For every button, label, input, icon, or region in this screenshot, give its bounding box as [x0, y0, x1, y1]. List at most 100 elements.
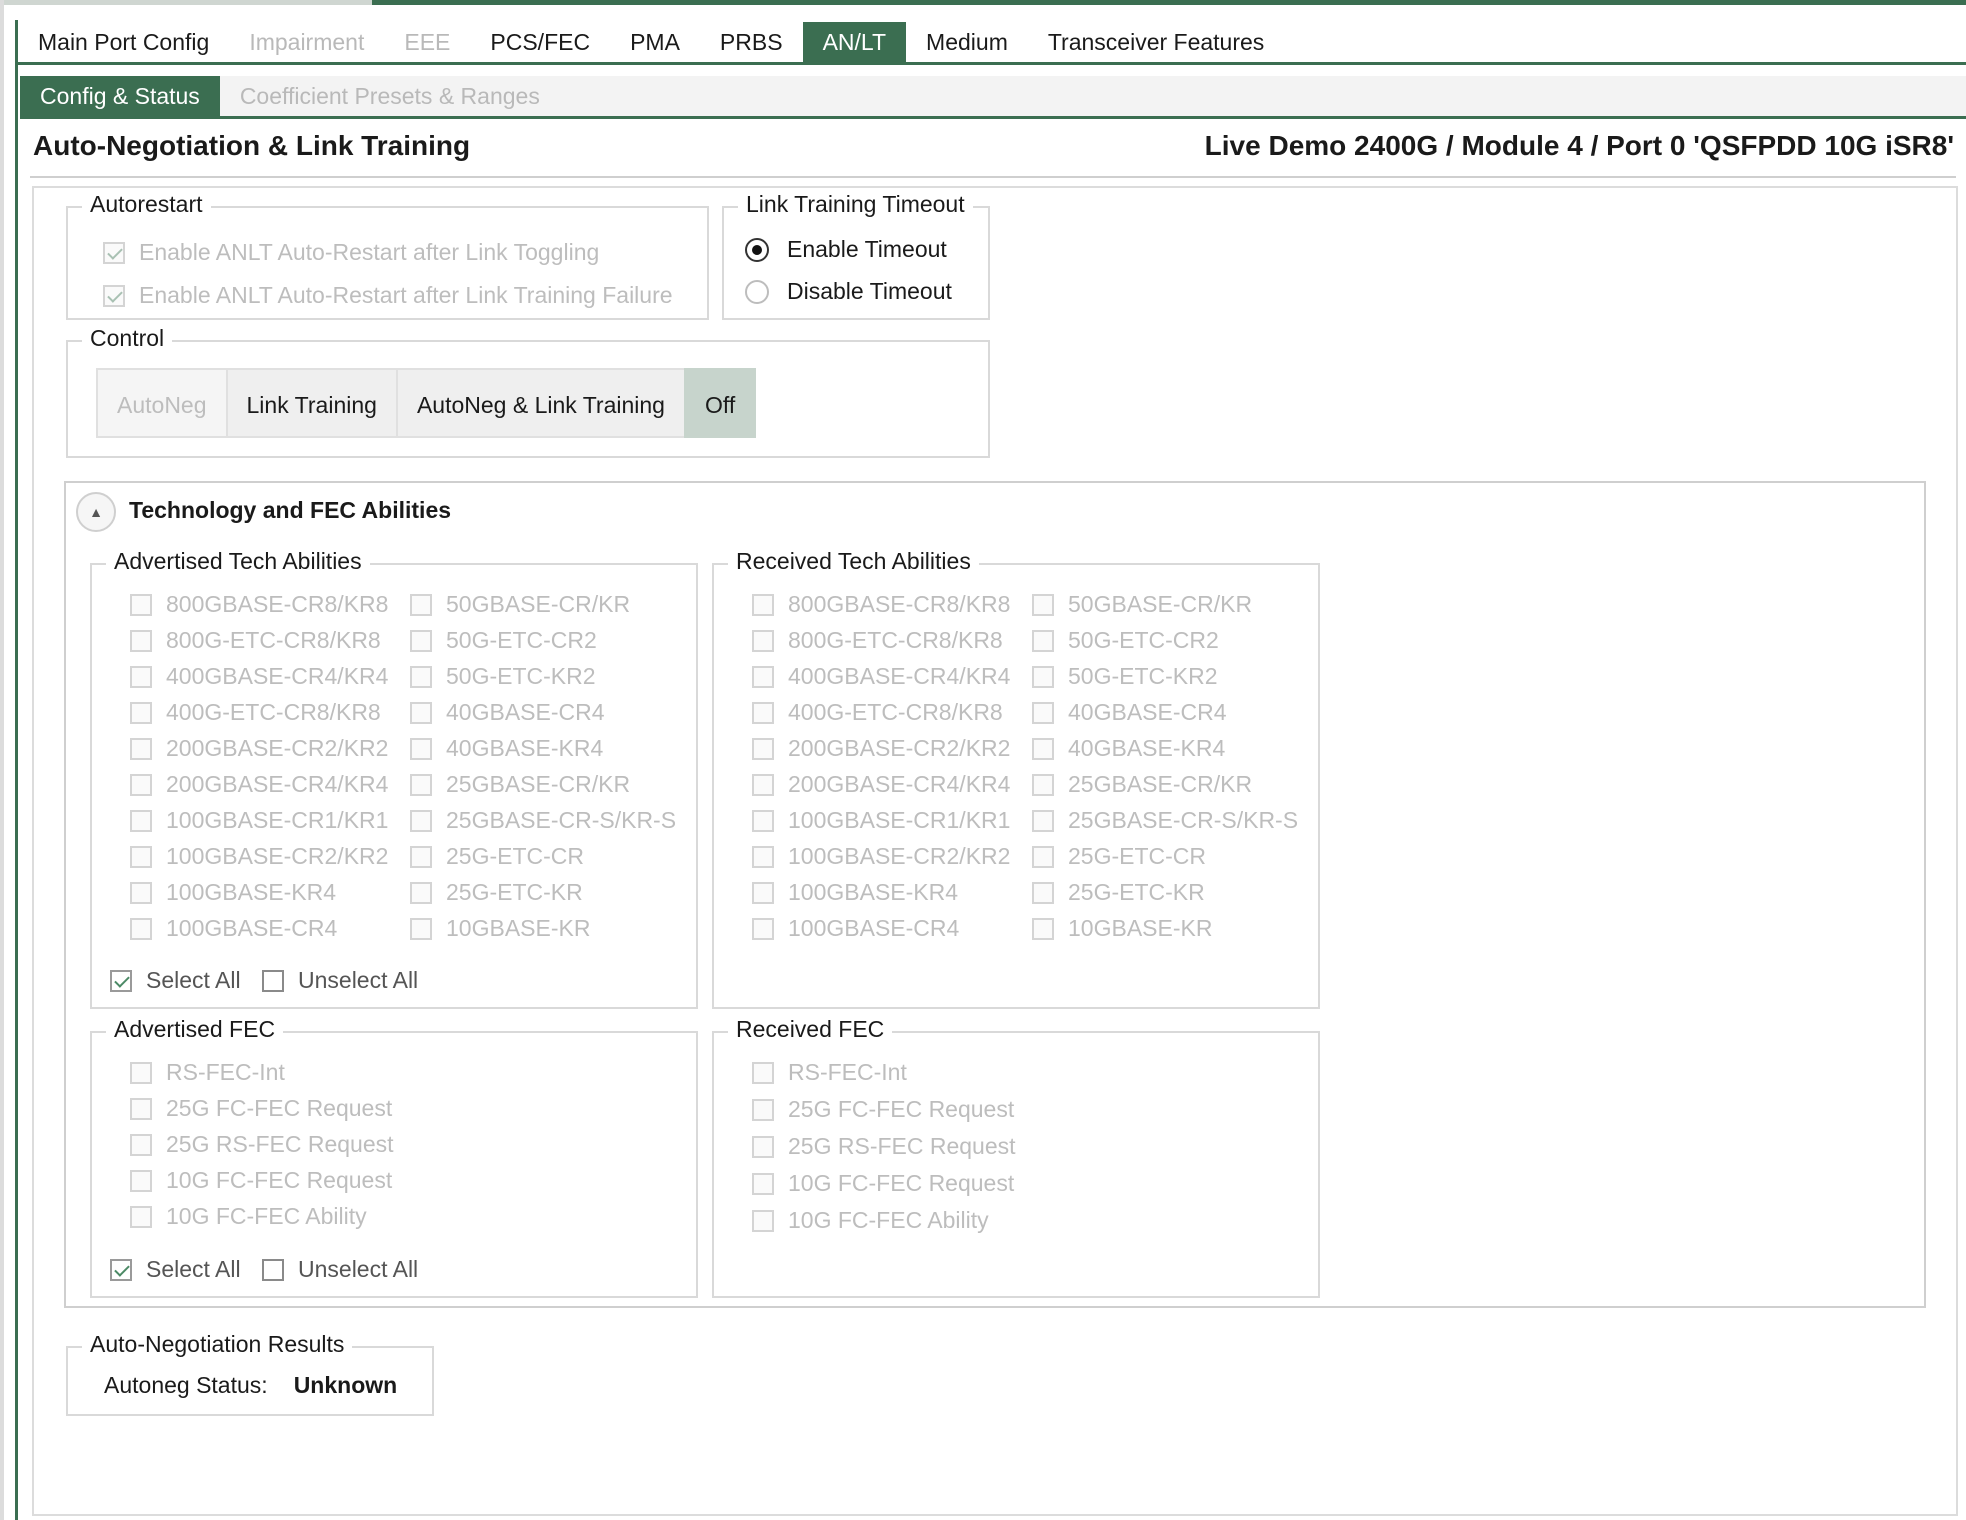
received-fec-checkbox[interactable]: 25G FC-FEC Request: [752, 1096, 1014, 1123]
received-fec-checkbox[interactable]: 25G RS-FEC Request: [752, 1133, 1016, 1160]
autoneg-status: Autoneg Status: Unknown: [104, 1372, 397, 1399]
collapse-toggle-button[interactable]: ▲: [76, 492, 116, 532]
advertised-fec-select-all[interactable]: Select All: [110, 1256, 241, 1283]
checkbox-label: 25GBASE-CR-S/KR-S: [446, 807, 677, 833]
checkbox-label: 10GBASE-KR: [1068, 915, 1213, 941]
received-fec-checkbox[interactable]: 10G FC-FEC Ability: [752, 1207, 989, 1234]
received-tech-checkbox[interactable]: 25G-ETC-CR: [1032, 843, 1206, 870]
advertised-fec-checkbox[interactable]: 25G FC-FEC Request: [130, 1095, 392, 1122]
checkbox-box: [752, 629, 774, 652]
received-tech-checkbox[interactable]: 10GBASE-KR: [1032, 915, 1212, 942]
advertised-tech-checkbox[interactable]: 200GBASE-CR4/KR4: [130, 771, 388, 798]
checkbox-label: 25G-ETC-KR: [1068, 879, 1205, 905]
advertised-tech-select-all[interactable]: Select All: [110, 967, 241, 994]
checkbox-label: RS-FEC-Int: [788, 1059, 907, 1085]
received-tech-checkbox[interactable]: 25G-ETC-KR: [1032, 879, 1205, 906]
autoneg-button[interactable]: AutoNeg: [96, 368, 228, 438]
received-tech-checkbox[interactable]: 40GBASE-KR4: [1032, 735, 1225, 762]
tab-medium[interactable]: Medium: [906, 22, 1028, 62]
received-tech-checkbox[interactable]: 100GBASE-CR1/KR1: [752, 807, 1010, 834]
received-tech-checkbox[interactable]: 100GBASE-KR4: [752, 879, 958, 906]
received-tech-checkbox[interactable]: 50G-ETC-CR2: [1032, 627, 1219, 654]
advertised-tech-checkbox[interactable]: 40GBASE-CR4: [410, 699, 605, 726]
received-tech-checkbox[interactable]: 200GBASE-CR2/KR2: [752, 735, 1010, 762]
checkbox-label: 10G FC-FEC Ability: [166, 1203, 367, 1229]
tab-pma[interactable]: PMA: [610, 22, 700, 62]
advertised-tech-checkbox[interactable]: 50G-ETC-KR2: [410, 663, 596, 690]
checkbox-label: Enable ANLT Auto-Restart after Link Trai…: [139, 282, 673, 308]
received-tech-checkbox[interactable]: 100GBASE-CR4: [752, 915, 959, 942]
control-segmented-buttons: AutoNeg Link Training AutoNeg & Link Tra…: [96, 368, 757, 438]
advertised-tech-unselect-all[interactable]: Unselect All: [262, 967, 418, 994]
received-tech-label: Received Tech Abilities: [728, 548, 979, 575]
advertised-tech-checkbox[interactable]: 40GBASE-KR4: [410, 735, 603, 762]
advertised-tech-checkbox[interactable]: 800G-ETC-CR8/KR8: [130, 627, 381, 654]
subtab-coefficient-presets-ranges[interactable]: Coefficient Presets & Ranges: [220, 76, 560, 116]
tab-impairment[interactable]: Impairment: [229, 22, 384, 62]
tab-prbs[interactable]: PRBS: [700, 22, 803, 62]
technology-fec-title: Technology and FEC Abilities: [129, 497, 452, 523]
received-fec-label: Received FEC: [728, 1016, 893, 1043]
checkbox-label: 25G RS-FEC Request: [166, 1131, 394, 1157]
advertised-tech-checkbox[interactable]: 100GBASE-CR1/KR1: [130, 807, 388, 834]
subtab-config-status[interactable]: Config & Status: [20, 76, 220, 116]
autoneg-link-training-button[interactable]: AutoNeg & Link Training: [395, 368, 686, 438]
received-tech-checkbox[interactable]: 800GBASE-CR8/KR8: [752, 591, 1010, 618]
advertised-tech-checkbox[interactable]: 400G-ETC-CR8/KR8: [130, 699, 381, 726]
checkbox-label: 50G-ETC-KR2: [446, 663, 596, 689]
received-fec-checkbox[interactable]: 10G FC-FEC Request: [752, 1170, 1014, 1197]
enable-timeout-radio[interactable]: Enable Timeout: [745, 236, 947, 263]
checkbox-box: [1032, 845, 1054, 868]
checkbox-label: 800G-ETC-CR8/KR8: [788, 627, 1003, 653]
received-tech-checkbox[interactable]: 200GBASE-CR4/KR4: [752, 771, 1010, 798]
tab-pcs-fec[interactable]: PCS/FEC: [470, 22, 610, 62]
tab-transceiver-features[interactable]: Transceiver Features: [1028, 22, 1284, 62]
advertised-tech-label: Advertised Tech Abilities: [106, 548, 370, 575]
autorestart-link-toggling-checkbox[interactable]: Enable ANLT Auto-Restart after Link Togg…: [103, 239, 599, 266]
advertised-tech-checkbox[interactable]: 100GBASE-CR2/KR2: [130, 843, 388, 870]
received-tech-checkbox[interactable]: 100GBASE-CR2/KR2: [752, 843, 1010, 870]
received-tech-checkbox[interactable]: 25GBASE-CR/KR: [1032, 771, 1252, 798]
link-training-button[interactable]: Link Training: [225, 368, 398, 438]
advertised-tech-checkbox[interactable]: 400GBASE-CR4/KR4: [130, 663, 388, 690]
received-tech-checkbox[interactable]: 50GBASE-CR/KR: [1032, 591, 1252, 618]
autorestart-link-training-failure-checkbox[interactable]: Enable ANLT Auto-Restart after Link Trai…: [103, 282, 673, 309]
advertised-tech-checkbox[interactable]: 25G-ETC-KR: [410, 879, 583, 906]
received-tech-checkbox[interactable]: 40GBASE-CR4: [1032, 699, 1227, 726]
advertised-fec-checkbox[interactable]: 25G RS-FEC Request: [130, 1131, 394, 1158]
radio-label: Disable Timeout: [787, 278, 952, 304]
tab-an-lt[interactable]: AN/LT: [802, 22, 907, 62]
received-tech-checkbox[interactable]: 400G-ETC-CR8/KR8: [752, 699, 1003, 726]
received-fec-checkbox[interactable]: RS-FEC-Int: [752, 1059, 907, 1086]
tab-eee[interactable]: EEE: [384, 22, 470, 62]
advertised-tech-checkbox[interactable]: 10GBASE-KR: [410, 915, 590, 942]
advertised-fec-checkbox[interactable]: RS-FEC-Int: [130, 1059, 285, 1086]
received-tech-checkbox[interactable]: 50G-ETC-KR2: [1032, 663, 1218, 690]
advertised-fec-checkbox[interactable]: 10G FC-FEC Ability: [130, 1203, 367, 1230]
received-tech-checkbox[interactable]: 400GBASE-CR4/KR4: [752, 663, 1010, 690]
checkbox-box: [752, 1172, 774, 1195]
advertised-tech-checkbox[interactable]: 50G-ETC-CR2: [410, 627, 597, 654]
advertised-tech-checkbox[interactable]: 25G-ETC-CR: [410, 843, 584, 870]
advertised-tech-checkbox[interactable]: 25GBASE-CR/KR: [410, 771, 630, 798]
advertised-tech-checkbox[interactable]: 25GBASE-CR-S/KR-S: [410, 807, 676, 834]
advertised-fec-unselect-all[interactable]: Unselect All: [262, 1256, 418, 1283]
received-tech-checkbox[interactable]: 800G-ETC-CR8/KR8: [752, 627, 1003, 654]
checkbox-box: [752, 845, 774, 868]
checkbox-label: 50GBASE-CR/KR: [446, 591, 631, 617]
tab-main-port-config[interactable]: Main Port Config: [18, 22, 229, 62]
advertised-tech-checkbox[interactable]: 100GBASE-KR4: [130, 879, 336, 906]
checkbox-box: [752, 665, 774, 688]
advertised-tech-checkbox[interactable]: 800GBASE-CR8/KR8: [130, 591, 388, 618]
disable-timeout-radio[interactable]: Disable Timeout: [745, 278, 952, 305]
checkbox-label: 50GBASE-CR/KR: [1068, 591, 1253, 617]
checkbox-box: [1032, 665, 1054, 688]
advertised-fec-checkbox[interactable]: 10G FC-FEC Request: [130, 1167, 392, 1194]
checkbox-box: [110, 1258, 132, 1281]
advertised-tech-checkbox[interactable]: 100GBASE-CR4: [130, 915, 337, 942]
advertised-tech-checkbox[interactable]: 50GBASE-CR/KR: [410, 591, 630, 618]
received-tech-checkbox[interactable]: 25GBASE-CR-S/KR-S: [1032, 807, 1298, 834]
checkbox-box: [1032, 809, 1054, 832]
advertised-tech-checkbox[interactable]: 200GBASE-CR2/KR2: [130, 735, 388, 762]
off-button[interactable]: Off: [683, 368, 757, 438]
